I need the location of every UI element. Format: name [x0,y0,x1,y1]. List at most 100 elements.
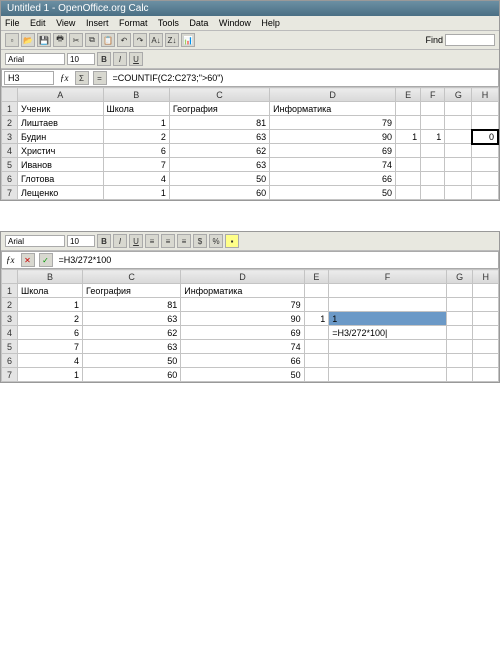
accept-icon[interactable]: ✓ [39,253,53,267]
cell[interactable]: 81 [83,298,181,312]
row-hdr[interactable]: 7 [2,186,18,200]
formula-input[interactable] [57,254,497,266]
row-1[interactable]: 1 [2,102,18,116]
corner-cell[interactable] [2,270,18,284]
cell[interactable]: 69 [270,144,396,158]
cell[interactable]: 1 [396,130,421,144]
cell[interactable]: География [169,102,269,116]
font-size-select[interactable] [67,53,95,65]
row-1[interactable]: 1 [2,284,18,298]
font-size-select[interactable] [67,235,95,247]
cell[interactable]: 4 [103,172,169,186]
cell[interactable]: Лещенко [18,186,104,200]
equals-icon[interactable]: = [93,71,107,85]
cell[interactable] [445,186,472,200]
cell[interactable]: 1 [329,312,447,326]
cancel-icon[interactable]: ✕ [21,253,35,267]
cell[interactable]: 60 [83,368,181,382]
cell[interactable]: География [83,284,181,298]
percent-icon[interactable]: % [209,234,223,248]
cell[interactable] [329,354,447,368]
row-hdr[interactable]: 2 [2,116,18,130]
italic-icon[interactable]: I [113,234,127,248]
sort-asc-icon[interactable]: A↓ [149,33,163,47]
cell[interactable]: Лиштаев [18,116,104,130]
cell-reference[interactable] [4,71,54,85]
col-h[interactable]: H [472,88,498,102]
cell[interactable] [446,354,473,368]
menu-view[interactable]: View [56,18,75,28]
cell[interactable] [446,340,473,354]
row-hdr[interactable]: 5 [2,340,18,354]
cell[interactable]: Информатика [181,284,304,298]
col-c[interactable]: C [169,88,269,102]
save-icon[interactable]: 💾 [37,33,51,47]
cell[interactable]: Школа [18,284,83,298]
cell[interactable]: 6 [103,144,169,158]
cell[interactable]: Ученик [18,102,104,116]
col-a[interactable]: A [18,88,104,102]
sum-icon[interactable]: Σ [75,71,89,85]
menu-format[interactable]: Format [119,18,148,28]
cell[interactable] [445,130,472,144]
cell[interactable]: Школа [103,102,169,116]
cell[interactable] [421,186,445,200]
cell[interactable] [472,144,498,158]
cell[interactable] [421,144,445,158]
cell[interactable]: 1 [18,298,83,312]
col-g[interactable]: G [445,88,472,102]
open-icon[interactable]: 📂 [21,33,35,47]
cell[interactable]: 63 [83,340,181,354]
formula-input[interactable] [111,72,497,84]
cell[interactable]: 50 [169,172,269,186]
cell[interactable] [396,158,421,172]
cell[interactable]: 69 [181,326,304,340]
cell[interactable] [445,158,472,172]
cell[interactable]: Христич [18,144,104,158]
cell[interactable] [473,284,499,298]
cell[interactable]: 50 [83,354,181,368]
cell[interactable]: 2 [18,312,83,326]
col-c[interactable]: C [83,270,181,284]
cell[interactable]: 1 [304,312,329,326]
cell[interactable]: 50 [181,368,304,382]
cell[interactable] [445,144,472,158]
cell[interactable] [329,284,447,298]
cell[interactable] [304,298,329,312]
cell[interactable]: Иванов [18,158,104,172]
cell[interactable]: 74 [270,158,396,172]
cell[interactable] [445,116,472,130]
cell[interactable]: 66 [181,354,304,368]
row-hdr[interactable]: 6 [2,354,18,368]
col-e[interactable]: E [304,270,329,284]
row-hdr[interactable]: 3 [2,130,18,144]
new-icon[interactable]: ▫ [5,33,19,47]
menu-edit[interactable]: Edit [30,18,46,28]
col-b[interactable]: B [18,270,83,284]
cell[interactable] [421,158,445,172]
row-hdr[interactable]: 2 [2,298,18,312]
cell[interactable] [421,172,445,186]
menu-data[interactable]: Data [189,18,208,28]
cell[interactable] [473,298,499,312]
row-hdr[interactable]: 4 [2,144,18,158]
col-d[interactable]: D [181,270,304,284]
cut-icon[interactable]: ✂ [69,33,83,47]
cell[interactable]: 79 [270,116,396,130]
cell[interactable]: =H3/272*100| [329,326,447,340]
spreadsheet-grid[interactable]: A B C D E F G H 1 Ученик Школа География… [1,87,499,200]
row-hdr[interactable]: 6 [2,172,18,186]
cell[interactable] [396,116,421,130]
cell[interactable] [304,284,329,298]
print-icon[interactable]: 🖶 [53,33,67,47]
cell[interactable] [472,172,498,186]
cell[interactable]: 7 [103,158,169,172]
menu-file[interactable]: File [5,18,20,28]
cell[interactable]: 63 [169,130,269,144]
currency-icon[interactable]: $ [193,234,207,248]
cell[interactable]: 6 [18,326,83,340]
cell[interactable]: 90 [270,130,396,144]
menu-tools[interactable]: Tools [158,18,179,28]
cell[interactable] [473,354,499,368]
fx-icon[interactable]: ƒx [58,73,71,83]
